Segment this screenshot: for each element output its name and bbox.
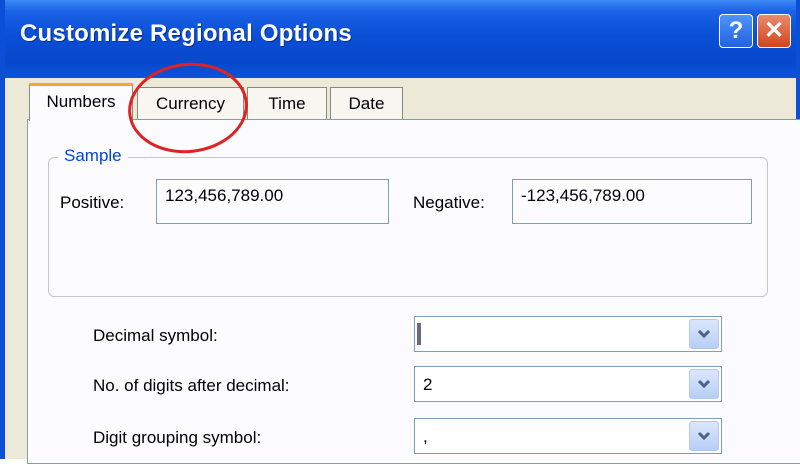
- digits-after-decimal-label: No. of digits after decimal:: [93, 376, 290, 395]
- dropdown-button[interactable]: [689, 319, 719, 349]
- tab-numbers[interactable]: Numbers: [29, 83, 133, 121]
- dropdown-button[interactable]: [689, 369, 719, 399]
- negative-label: Negative:: [413, 193, 485, 212]
- negative-sample-value: -123,456,789.00: [521, 186, 645, 205]
- digits-after-decimal-value: 2: [423, 375, 433, 394]
- close-button[interactable]: ✕: [757, 14, 791, 48]
- positive-sample-field: 123,456,789.00: [156, 179, 389, 224]
- positive-label: Positive:: [60, 193, 125, 212]
- digit-grouping-symbol-combo[interactable]: ,: [414, 418, 722, 454]
- chevron-down-icon: [697, 431, 711, 441]
- title-bar[interactable]: Customize Regional Options ? ✕: [5, 0, 796, 78]
- window-title: Customize Regional Options: [20, 20, 352, 47]
- text-cursor: [417, 323, 421, 345]
- tab-label: Time: [268, 94, 306, 113]
- digits-after-decimal-combo[interactable]: 2: [414, 366, 722, 402]
- sample-legend: Sample: [58, 146, 128, 166]
- question-mark-icon: ?: [728, 17, 744, 44]
- decimal-symbol-label: Decimal symbol:: [93, 326, 218, 345]
- negative-sample-field: -123,456,789.00: [512, 179, 752, 224]
- digit-grouping-symbol-label: Digit grouping symbol:: [93, 428, 262, 447]
- help-button[interactable]: ?: [719, 14, 753, 48]
- tab-label: Numbers: [46, 92, 116, 111]
- chevron-down-icon: [697, 379, 711, 389]
- dropdown-button[interactable]: [689, 421, 719, 451]
- digit-grouping-symbol-value: ,: [423, 427, 428, 446]
- tab-time[interactable]: Time: [247, 87, 327, 120]
- tab-label: Date: [348, 94, 385, 113]
- close-icon: ✕: [763, 17, 785, 44]
- decimal-symbol-combo[interactable]: [414, 316, 722, 352]
- tab-date[interactable]: Date: [330, 87, 403, 120]
- sample-groupbox: [48, 157, 768, 297]
- positive-sample-value: 123,456,789.00: [165, 186, 284, 205]
- chevron-down-icon: [697, 329, 711, 339]
